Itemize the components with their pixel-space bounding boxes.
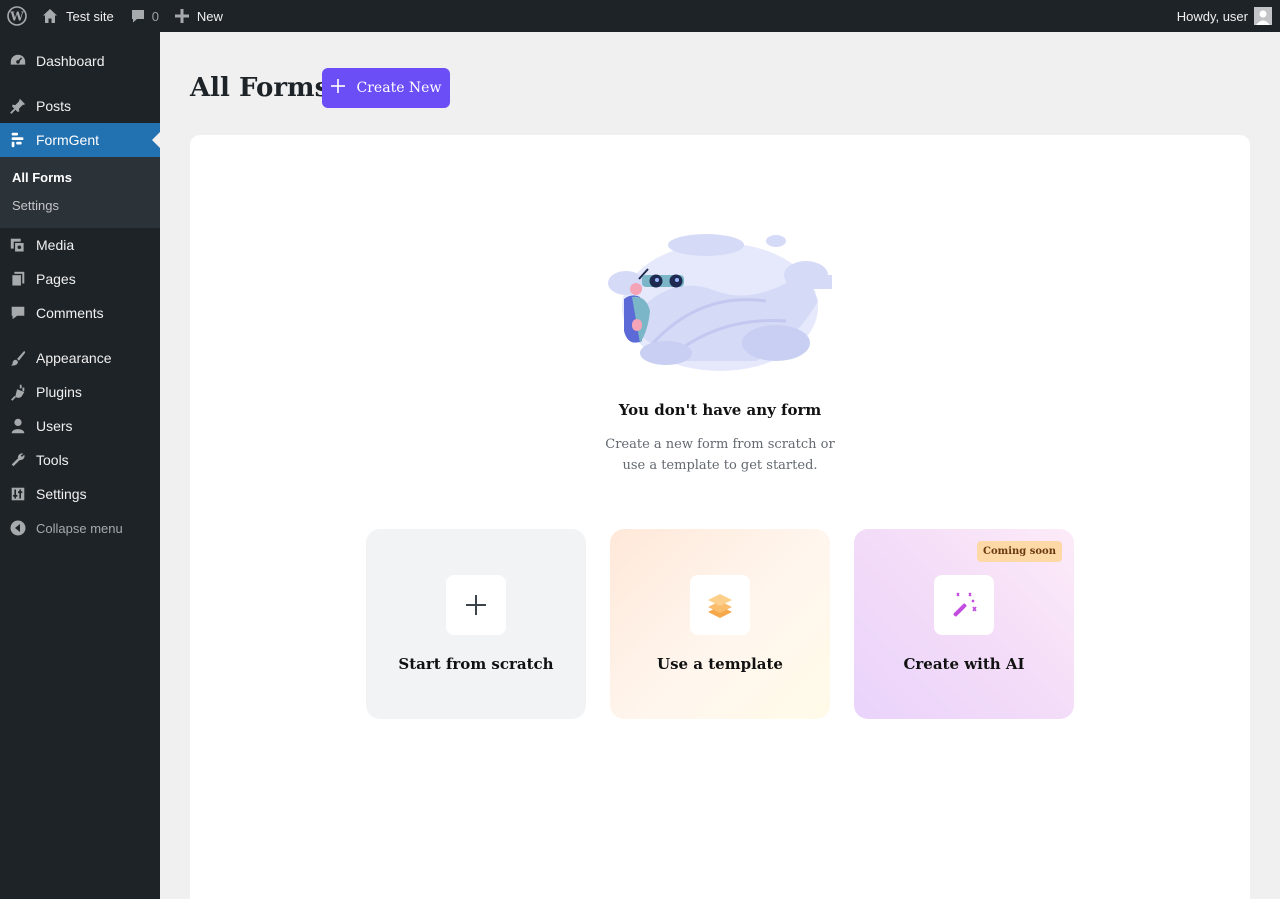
sidebar-item-posts[interactable]: Posts: [0, 89, 160, 123]
create-new-button[interactable]: Create New: [322, 68, 450, 108]
submenu-item-all-forms[interactable]: All Forms: [0, 164, 160, 192]
sidebar-item-label: FormGent: [36, 132, 100, 148]
option-label: Use a template: [657, 655, 783, 673]
sidebar-item-label: Posts: [36, 98, 72, 114]
sidebar-item-formgent[interactable]: FormGent: [0, 123, 160, 157]
collapse-menu-button[interactable]: Collapse menu: [0, 511, 160, 545]
wordpress-logo-icon[interactable]: W: [0, 0, 34, 32]
coming-soon-badge: Coming soon: [977, 541, 1062, 562]
binoculars-illustration: [606, 231, 834, 375]
sidebar-item-plugins[interactable]: Plugins: [0, 375, 160, 409]
new-content-link[interactable]: New: [167, 0, 231, 32]
sidebar-item-dashboard[interactable]: Dashboard: [0, 44, 160, 78]
use-template-option[interactable]: Use a template: [610, 529, 830, 719]
sidebar-item-comments[interactable]: Comments: [0, 296, 160, 330]
svg-text:W: W: [9, 10, 24, 24]
sidebar-item-label: Settings: [36, 486, 87, 502]
plugin-icon: [0, 383, 36, 401]
main-content: All Forms Create New You don't have any …: [160, 32, 1280, 899]
create-new-label: Create New: [356, 80, 442, 96]
submenu-item-settings[interactable]: Settings: [0, 192, 160, 220]
sidebar-item-appearance[interactable]: Appearance: [0, 341, 160, 375]
option-label: Start from scratch: [398, 655, 554, 673]
account-menu[interactable]: Howdy, user: [1169, 0, 1280, 32]
comments-count: 0: [151, 8, 159, 24]
user-icon: [0, 417, 36, 435]
plus-icon: [330, 79, 357, 97]
sidebar-item-label: Appearance: [36, 350, 112, 366]
layers-icon: [690, 575, 750, 635]
sidebar-item-users[interactable]: Users: [0, 409, 160, 443]
start-from-scratch-option[interactable]: Start from scratch: [366, 529, 586, 719]
sidebar-item-label: Plugins: [36, 384, 82, 400]
sidebar-item-label: Media: [36, 237, 75, 253]
site-name: Test site: [66, 8, 114, 24]
empty-state-title: You don't have any form: [618, 401, 822, 419]
collapse-menu-label: Collapse menu: [36, 520, 123, 536]
comments-link[interactable]: 0: [122, 0, 167, 32]
admin-bar: W Test site 0 New Howdy, user: [0, 0, 1280, 32]
new-label: New: [196, 8, 223, 24]
wrench-icon: [0, 451, 36, 469]
comment-icon: [0, 304, 36, 322]
collapse-arrow-icon: [0, 520, 36, 536]
plus-icon: [446, 575, 506, 635]
howdy-text: Howdy, user: [1176, 8, 1248, 24]
pin-icon: [0, 97, 36, 115]
formgent-icon: [0, 131, 36, 149]
sidebar-item-label: Dashboard: [36, 53, 105, 69]
option-label: Create with AI: [903, 655, 1025, 673]
site-name-link[interactable]: Test site: [34, 0, 122, 32]
media-icon: [0, 236, 36, 254]
empty-state-description: Create a new form from scratch or use a …: [605, 437, 835, 473]
sidebar-item-label: Users: [36, 418, 73, 434]
sliders-icon: [0, 485, 36, 503]
forms-empty-state-card: You don't have any form Create a new for…: [190, 135, 1250, 899]
sidebar-item-pages[interactable]: Pages: [0, 262, 160, 296]
sidebar-item-label: Comments: [36, 305, 104, 321]
sidebar-item-label: Pages: [36, 271, 76, 287]
sidebar-item-media[interactable]: Media: [0, 228, 160, 262]
create-with-ai-option[interactable]: Coming soon Create with AI: [854, 529, 1074, 719]
dashboard-icon: [0, 52, 36, 70]
pages-icon: [0, 270, 36, 288]
sidebar-item-tools[interactable]: Tools: [0, 443, 160, 477]
brush-icon: [0, 349, 36, 367]
formgent-submenu: All Forms Settings: [0, 157, 160, 228]
comment-bubble-icon: [130, 8, 146, 24]
magic-wand-icon: [934, 575, 994, 635]
page-title: All Forms: [190, 73, 330, 103]
home-icon: [42, 8, 58, 24]
sidebar-item-settings[interactable]: Settings: [0, 477, 160, 511]
plus-icon: [174, 9, 189, 23]
avatar: [1254, 7, 1272, 25]
sidebar-item-label: Tools: [36, 452, 69, 468]
admin-sidebar: Dashboard Posts FormGent All Forms Setti…: [0, 32, 160, 899]
